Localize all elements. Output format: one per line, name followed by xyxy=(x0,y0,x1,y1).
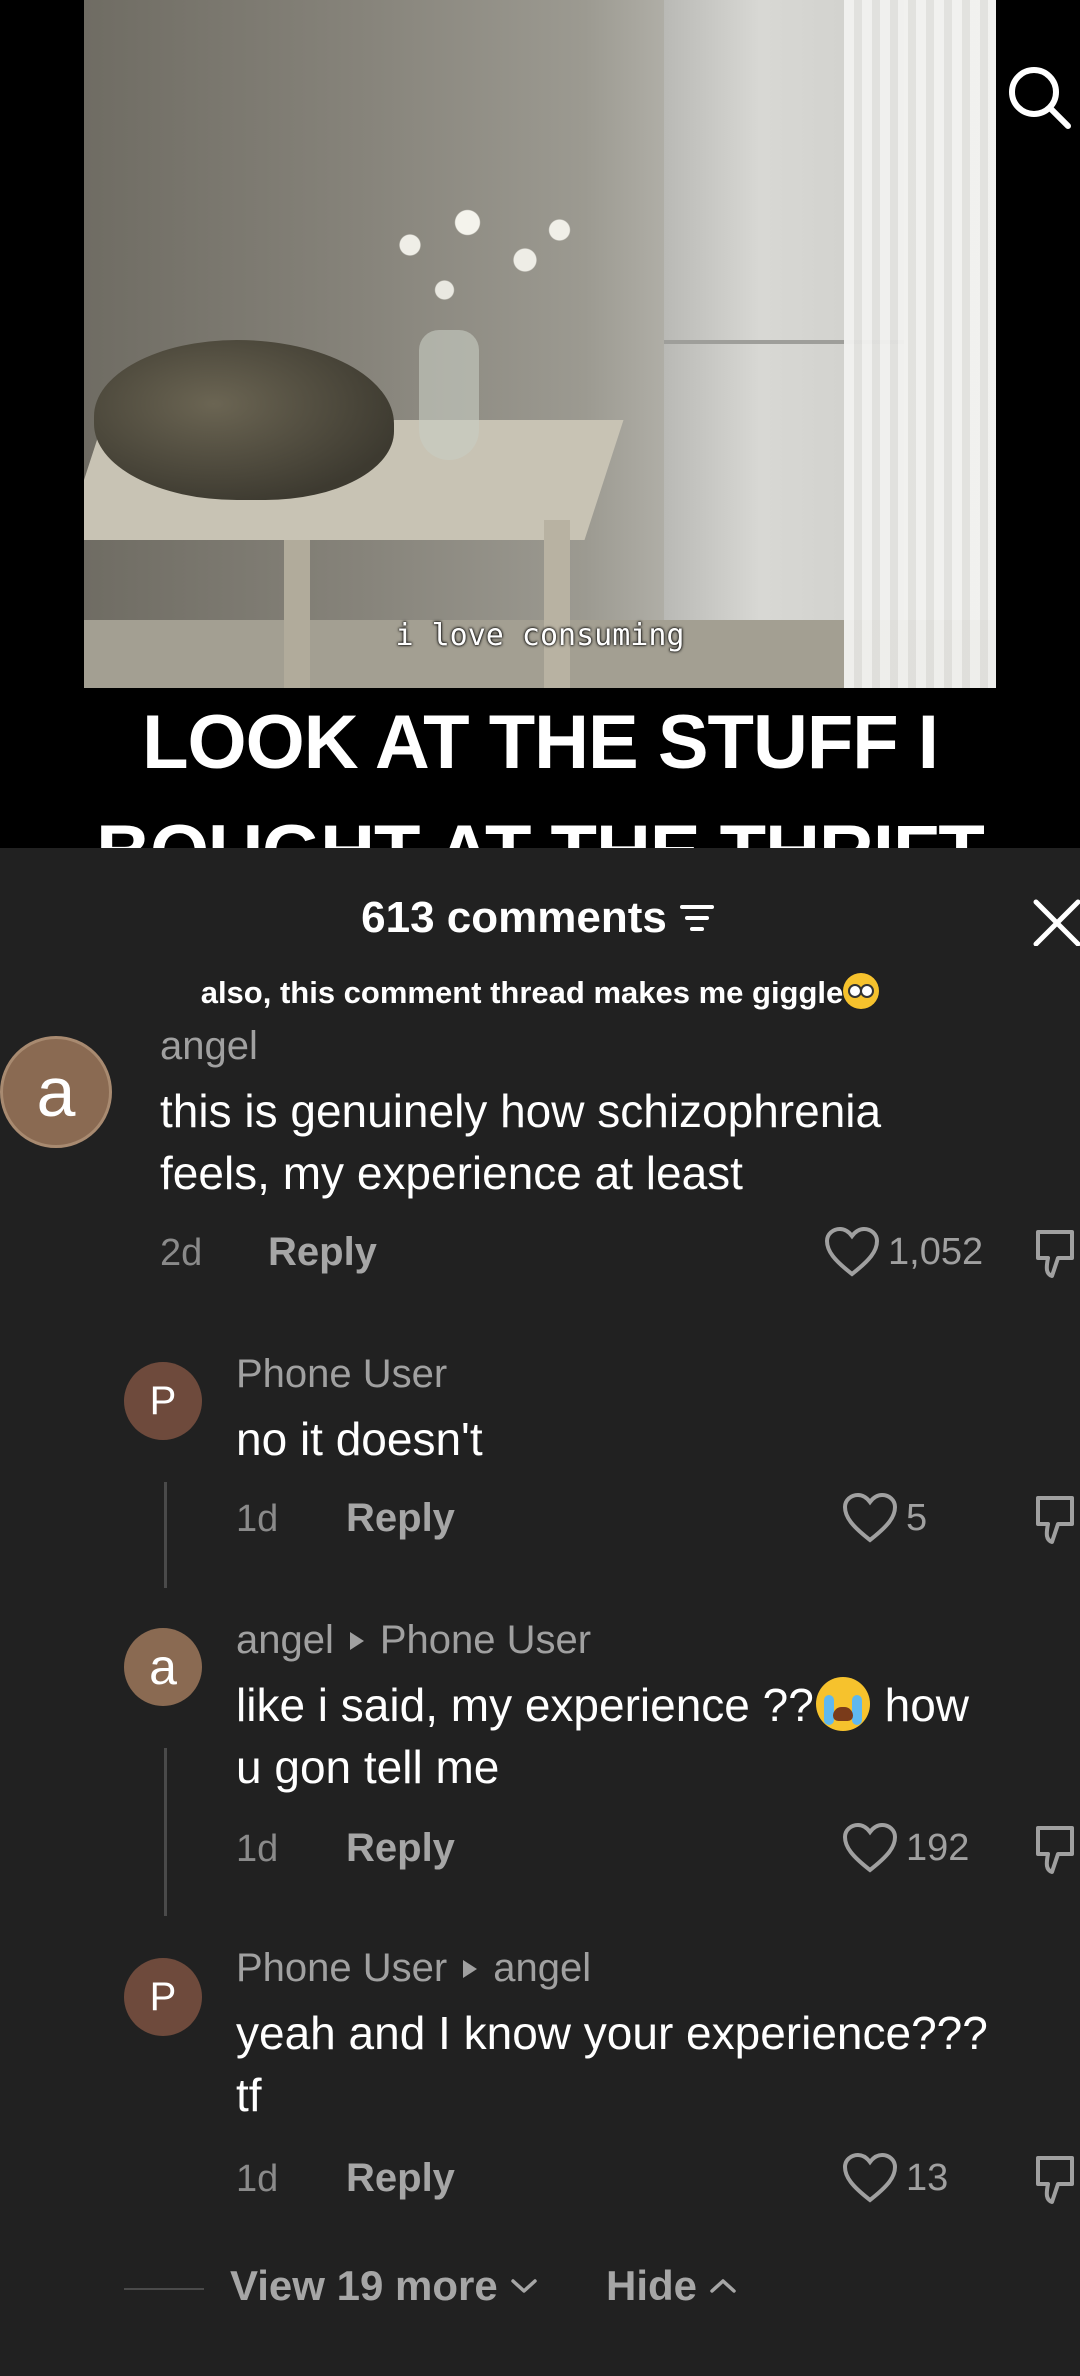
comment-username[interactable]: angel xyxy=(160,1024,258,1069)
view-more-label: View 19 more xyxy=(230,2262,498,2309)
video-area[interactable]: i love consuming LOOK AT THE STUFF I BOU… xyxy=(0,0,1080,895)
avatar-letter: a xyxy=(36,1053,76,1131)
comment-username-row: Phone User angel xyxy=(236,1946,591,1991)
video-curtain xyxy=(844,0,996,688)
reply-arrow-icon xyxy=(349,1632,364,1650)
screen: i love consuming LOOK AT THE STUFF I BOU… xyxy=(0,0,1080,2376)
comment-text: no it doesn't xyxy=(236,1408,483,1470)
heart-icon xyxy=(842,1492,898,1543)
close-button[interactable] xyxy=(1022,888,1080,947)
comment-text-line: this is genuinely how schizophrenia xyxy=(160,1085,882,1137)
video-flowers xyxy=(364,200,594,350)
reply-button[interactable]: Reply xyxy=(346,2156,455,2201)
like-button[interactable]: 1,052 xyxy=(824,1226,983,1278)
hide-replies-button[interactable]: Hide xyxy=(606,2262,737,2310)
like-count: 5 xyxy=(906,1496,928,1539)
like-button[interactable]: 5 xyxy=(842,1492,927,1544)
overlay-note-text: also, this comment thread makes me giggl… xyxy=(200,975,844,1010)
dislike-icon[interactable] xyxy=(1034,1824,1078,1876)
comment-text-part: like i said, my experience ?? xyxy=(236,1679,814,1731)
avatar-letter: P xyxy=(149,1378,177,1423)
comment-text-line: yeah and I know your experience??? xyxy=(236,2007,988,2059)
comment-time: 1d xyxy=(236,1828,279,1870)
heart-icon xyxy=(824,1226,880,1277)
comment-count: 613 comments xyxy=(361,893,667,942)
comment-time: 2d xyxy=(160,1232,203,1274)
comment-text-line: tf xyxy=(236,2069,262,2121)
avatar[interactable]: P xyxy=(124,1958,202,2036)
search-icon xyxy=(1009,67,1071,129)
comment-text-line: u gon tell me xyxy=(236,1741,500,1793)
video-frame[interactable]: i love consuming xyxy=(84,0,996,688)
comment-text: this is genuinely how schizophrenia feel… xyxy=(160,1080,881,1204)
headline-line: LOOK AT THE STUFF I xyxy=(142,700,939,785)
avatar-letter: a xyxy=(149,1639,177,1695)
reply-target[interactable]: Phone User xyxy=(380,1618,591,1662)
video-table-leg xyxy=(284,540,310,688)
like-count: 192 xyxy=(906,1826,970,1869)
comment-text: like i said, my experience ?? how u gon … xyxy=(236,1674,969,1798)
search-button[interactable] xyxy=(1004,62,1074,132)
filter-icon[interactable] xyxy=(675,900,719,936)
like-button[interactable]: 192 xyxy=(842,1822,969,1874)
overlay-note: also, this comment thread makes me giggl… xyxy=(0,973,1080,1011)
reply-target[interactable]: angel xyxy=(493,1946,591,1990)
heart-icon xyxy=(842,1822,898,1873)
video-table-leg xyxy=(544,520,570,688)
video-vase xyxy=(419,330,479,460)
comment-username[interactable]: Phone User xyxy=(236,1352,447,1397)
comments-sheet: 613 comments also, this comment thread m… xyxy=(0,848,1080,2376)
reply-button[interactable]: Reply xyxy=(346,1826,455,1871)
comment-text-part: how xyxy=(871,1679,970,1731)
comments-header: 613 comments xyxy=(0,888,1080,948)
video-caption: i love consuming xyxy=(395,618,685,653)
comment-text-line: like i said, my experience ?? how xyxy=(236,1674,969,1736)
thread-line xyxy=(164,1482,167,1588)
divider xyxy=(124,2288,204,2290)
hide-label: Hide xyxy=(606,2262,698,2309)
avatar[interactable]: a xyxy=(124,1628,202,1706)
crying-face-icon xyxy=(815,1677,870,1731)
chevron-up-icon xyxy=(710,2279,736,2293)
avatar-letter: P xyxy=(149,1974,177,2019)
like-button[interactable]: 13 xyxy=(842,2152,948,2204)
comment-username-row: angel Phone User xyxy=(236,1618,591,1663)
like-count: 1,052 xyxy=(888,1230,984,1273)
dislike-icon[interactable] xyxy=(1034,1228,1078,1280)
dislike-icon[interactable] xyxy=(1034,1494,1078,1546)
video-sleeping-dog xyxy=(94,340,394,500)
dislike-icon[interactable] xyxy=(1034,2154,1078,2206)
comment-text-line: no it doesn't xyxy=(236,1413,483,1465)
view-more-replies-button[interactable]: View 19 more xyxy=(230,2262,538,2310)
reply-button[interactable]: Reply xyxy=(268,1230,377,1275)
avatar[interactable]: P xyxy=(124,1362,202,1440)
heart-icon xyxy=(842,2152,898,2203)
reply-button[interactable]: Reply xyxy=(346,1496,455,1541)
comment-username[interactable]: Phone User xyxy=(236,1946,447,1990)
comment-time: 1d xyxy=(236,2158,279,2200)
comment-time: 1d xyxy=(236,1498,279,1540)
thread-line xyxy=(164,1748,167,1916)
chevron-down-icon xyxy=(510,2279,537,2293)
like-count: 13 xyxy=(906,2156,949,2199)
comment-text: yeah and I know your experience??? tf xyxy=(236,2002,1080,2126)
close-icon xyxy=(1033,899,1080,947)
pleading-face-icon xyxy=(843,973,880,1009)
reply-arrow-icon xyxy=(463,1960,478,1978)
avatar[interactable]: a xyxy=(0,1036,112,1148)
comment-username[interactable]: angel xyxy=(236,1618,334,1662)
comment-text-line: feels, my experience at least xyxy=(160,1147,743,1199)
